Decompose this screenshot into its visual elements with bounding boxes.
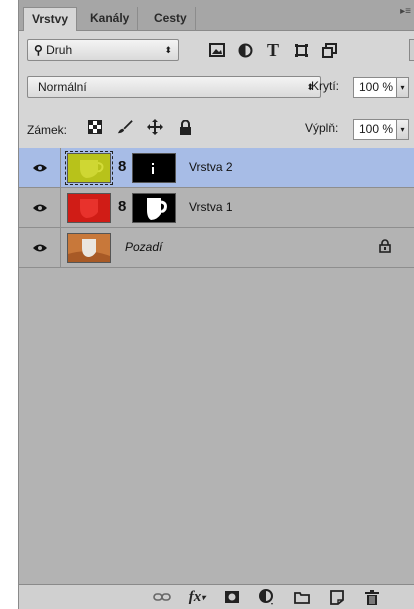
tab-layers[interactable]: Vrstvy bbox=[23, 7, 78, 32]
adjustment-filter-icon[interactable] bbox=[237, 42, 253, 58]
shape-filter-icon[interactable] bbox=[293, 42, 309, 58]
layer-name[interactable]: Vrstva 2 bbox=[189, 160, 233, 174]
blend-mode-select[interactable]: Normální ⬍ bbox=[27, 76, 321, 98]
layer-style-fx-icon[interactable]: fx ▾ bbox=[188, 588, 206, 606]
layer-thumbnail[interactable] bbox=[67, 193, 111, 223]
layer-thumbnail[interactable] bbox=[67, 233, 111, 263]
tab-paths[interactable]: Cesty bbox=[146, 7, 196, 31]
lock-icons bbox=[87, 119, 193, 135]
eye-icon bbox=[32, 204, 47, 212]
layer-mask-thumbnail[interactable] bbox=[132, 153, 176, 183]
smart-object-filter-icon[interactable] bbox=[321, 42, 337, 58]
collapse-icon[interactable]: ▸≡ bbox=[400, 6, 411, 17]
new-group-folder-icon[interactable] bbox=[293, 588, 311, 606]
fill-label: Výplň: bbox=[305, 121, 339, 135]
lock-label: Zámek: bbox=[27, 123, 68, 137]
filter-kind-select[interactable]: ⚲ Druh ⬍ bbox=[27, 39, 179, 61]
layer-row-vrstva-2[interactable]: 8 Vrstva 2 bbox=[19, 148, 414, 188]
layer-name[interactable]: Pozadí bbox=[125, 240, 162, 254]
panel-tab-bar: Vrstvy Kanály Cesty ▸≡ bbox=[19, 0, 414, 32]
visibility-toggle[interactable] bbox=[19, 188, 61, 228]
visibility-toggle[interactable] bbox=[19, 228, 61, 268]
delete-layer-trash-icon[interactable] bbox=[363, 588, 381, 606]
add-mask-icon[interactable] bbox=[223, 588, 241, 606]
lock-pixels-icon[interactable] bbox=[117, 119, 133, 135]
layer-thumbnail[interactable] bbox=[65, 151, 113, 185]
link-layers-icon[interactable] bbox=[153, 588, 171, 606]
lock-position-icon[interactable] bbox=[147, 119, 163, 135]
lock-transparency-icon[interactable] bbox=[87, 119, 103, 135]
layers-bottom-bar: fx ▾ bbox=[19, 584, 414, 609]
updown-arrow-icon: ⬍ bbox=[164, 45, 172, 55]
link-chain-icon[interactable]: 8 bbox=[118, 158, 126, 175]
image-filter-icon[interactable] bbox=[209, 42, 225, 58]
filter-toggle[interactable] bbox=[409, 39, 414, 61]
layers-panel: Vrstvy Kanály Cesty ▸≡ ⚲ Druh ⬍ T Normál… bbox=[18, 0, 414, 609]
visibility-toggle[interactable] bbox=[19, 148, 61, 188]
eye-icon bbox=[32, 244, 47, 252]
fill-dropdown-arrow[interactable]: ▾ bbox=[397, 119, 409, 140]
type-filter-icon[interactable]: T bbox=[265, 40, 281, 60]
layer-row-pozadi[interactable]: Pozadí bbox=[19, 228, 414, 268]
filter-kind-label: Druh bbox=[46, 43, 73, 57]
new-layer-icon[interactable] bbox=[328, 588, 346, 606]
layers-list: 8 Vrstva 2 8 Vrstva 1 Pozadí bbox=[19, 148, 414, 584]
new-adjustment-layer-icon[interactable] bbox=[258, 588, 276, 606]
layers-toolbar: ⚲ Druh ⬍ T Normální ⬍ Krytí: 100 % ▾ Zám… bbox=[19, 31, 414, 148]
opacity-dropdown-arrow[interactable]: ▾ bbox=[397, 77, 409, 98]
layer-row-vrstva-1[interactable]: 8 Vrstva 1 bbox=[19, 188, 414, 228]
lock-all-icon[interactable] bbox=[177, 119, 193, 135]
link-chain-icon[interactable]: 8 bbox=[118, 198, 126, 215]
layer-name[interactable]: Vrstva 1 bbox=[189, 200, 233, 214]
tab-channels[interactable]: Kanály bbox=[82, 7, 139, 31]
search-icon: ⚲ bbox=[34, 43, 43, 57]
bottom-icons: fx ▾ bbox=[153, 588, 381, 606]
blend-mode-value: Normální bbox=[38, 80, 87, 94]
layer-mask-thumbnail[interactable] bbox=[132, 193, 176, 223]
opacity-input[interactable]: 100 % bbox=[353, 77, 397, 98]
eye-icon bbox=[32, 164, 47, 172]
fill-input[interactable]: 100 % bbox=[353, 119, 397, 140]
lock-icon bbox=[379, 239, 391, 256]
filter-icons: T bbox=[209, 39, 337, 61]
opacity-label: Krytí: bbox=[311, 79, 340, 93]
